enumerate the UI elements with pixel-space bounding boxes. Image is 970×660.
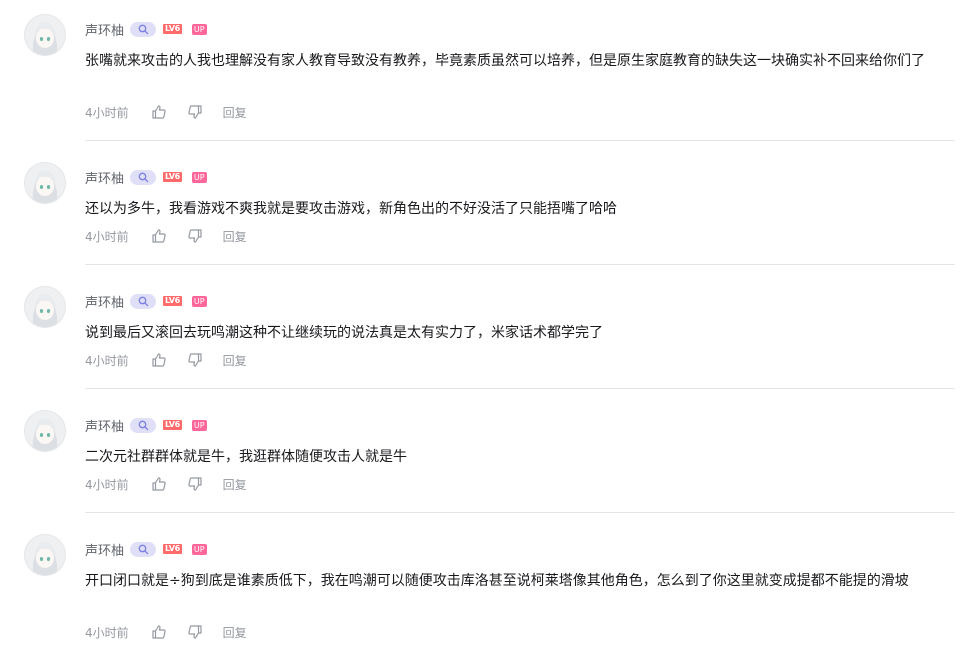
username[interactable]: 声环柚 — [85, 416, 124, 435]
search-icon[interactable] — [130, 417, 157, 433]
comment-actions: 4小时前 回复 — [85, 474, 247, 494]
thumbs-down-icon — [187, 477, 202, 491]
dislike-button[interactable] — [187, 104, 203, 120]
divider — [85, 140, 955, 141]
thumbs-up-icon — [152, 229, 166, 243]
level-badge: LV6 — [163, 296, 182, 306]
comment-time: 4小时前 — [85, 229, 129, 244]
level-badge: LV6 — [163, 544, 182, 554]
up-badge: UP — [191, 295, 207, 307]
search-icon[interactable] — [130, 541, 157, 557]
dislike-button[interactable] — [187, 352, 203, 368]
comment-header: 声环柚 LV6 UP — [85, 167, 207, 187]
comment-header: 声环柚 LV6 UP — [85, 19, 207, 39]
comment-actions: 4小时前 回复 — [85, 226, 247, 246]
username[interactable]: 声环柚 — [85, 168, 124, 187]
comment-time: 4小时前 — [85, 105, 129, 120]
like-button[interactable] — [151, 352, 167, 368]
comment-header: 声环柚 LV6 UP — [85, 415, 207, 435]
reply-button[interactable]: 回复 — [223, 352, 247, 369]
level-badge: LV6 — [163, 24, 182, 34]
comment-text: 二次元社群群体就是牛，我逛群体随便攻击人就是牛 — [85, 449, 407, 465]
reply-button[interactable]: 回复 — [223, 624, 247, 641]
avatar[interactable] — [25, 287, 65, 327]
avatar[interactable] — [25, 163, 65, 203]
thumbs-down-icon — [187, 229, 202, 243]
up-badge: UP — [191, 543, 207, 555]
dislike-button[interactable] — [187, 476, 203, 492]
comment-header: 声环柚 LV6 UP — [85, 291, 207, 311]
thumbs-up-icon — [152, 353, 166, 367]
search-icon[interactable] — [130, 169, 157, 185]
comment-text: 还以为多牛，我看游戏不爽我就是要攻击游戏，新角色出的不好没活了只能捂嘴了哈哈 — [85, 201, 617, 217]
username[interactable]: 声环柚 — [85, 20, 124, 39]
avatar[interactable] — [25, 15, 65, 55]
dislike-button[interactable] — [187, 228, 203, 244]
level-badge: LV6 — [163, 420, 182, 430]
username[interactable]: 声环柚 — [85, 292, 124, 311]
divider — [85, 264, 955, 265]
comment-actions: 4小时前 回复 — [85, 102, 247, 122]
reply-button[interactable]: 回复 — [223, 476, 247, 493]
comment-time: 4小时前 — [85, 625, 129, 640]
divider — [85, 512, 955, 513]
comment-header: 声环柚 LV6 UP — [85, 539, 207, 559]
thumbs-up-icon — [152, 625, 166, 639]
like-button[interactable] — [151, 624, 167, 640]
comment-time: 4小时前 — [85, 353, 129, 368]
thumbs-down-icon — [187, 353, 202, 367]
dislike-button[interactable] — [187, 624, 203, 640]
like-button[interactable] — [151, 476, 167, 492]
search-icon[interactable] — [130, 21, 157, 37]
thumbs-down-icon — [187, 625, 202, 639]
search-icon[interactable] — [130, 293, 157, 309]
comment-text: 说到最后又滚回去玩鸣潮这种不让继续玩的说法真是太有实力了，米家话术都学完了 — [85, 325, 603, 341]
thumbs-up-icon — [152, 105, 166, 119]
like-button[interactable] — [151, 104, 167, 120]
reply-button[interactable]: 回复 — [223, 104, 247, 121]
up-badge: UP — [191, 23, 207, 35]
comment-text: 开口闭口就是÷狗到底是谁素质低下，我在鸣潮可以随便攻击库洛甚至说柯莱塔像其他角色… — [85, 573, 909, 589]
comment-time: 4小时前 — [85, 477, 129, 492]
like-button[interactable] — [151, 228, 167, 244]
avatar[interactable] — [25, 535, 65, 575]
avatar[interactable] — [25, 411, 65, 451]
comment-actions: 4小时前 回复 — [85, 350, 247, 370]
level-badge: LV6 — [163, 172, 182, 182]
thumbs-down-icon — [187, 105, 202, 119]
thumbs-up-icon — [152, 477, 166, 491]
username[interactable]: 声环柚 — [85, 540, 124, 559]
comment-actions: 4小时前 回复 — [85, 622, 247, 642]
up-badge: UP — [191, 419, 207, 431]
up-badge: UP — [191, 171, 207, 183]
divider — [85, 388, 955, 389]
reply-button[interactable]: 回复 — [223, 228, 247, 245]
comment-text: 张嘴就来攻击的人我也理解没有家人教育导致没有教养，毕竟素质虽然可以培养，但是原生… — [85, 53, 925, 69]
